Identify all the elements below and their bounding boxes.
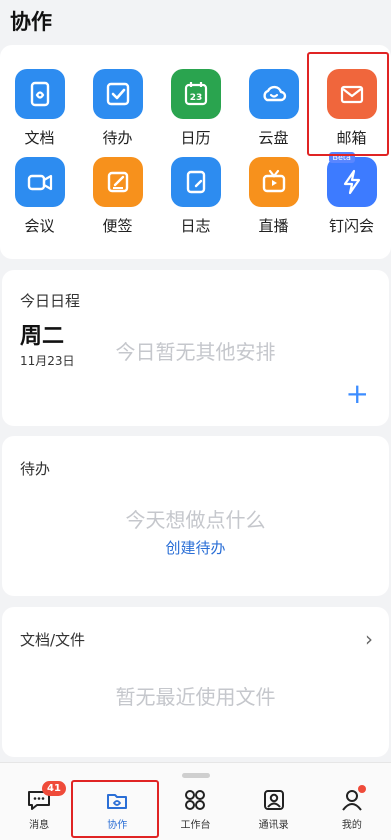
app-label: 会议	[24, 217, 55, 235]
tab-contacts[interactable]: 通讯录	[235, 787, 313, 831]
todo-empty-text: 今天想做点什么	[125, 508, 266, 532]
create-todo-link[interactable]: 创建待办	[2, 537, 389, 558]
schedule-empty-text: 今日暂无其他安排	[115, 340, 276, 364]
app-label: 待办	[102, 129, 133, 147]
app-cloud-drive[interactable]: 云盘	[235, 69, 313, 147]
log-icon	[170, 157, 221, 207]
chevron-right-icon[interactable]: ›	[365, 627, 373, 651]
document-icon	[14, 69, 65, 119]
app-label: 钉闪会	[328, 217, 374, 235]
app-live[interactable]: 直播	[235, 157, 313, 235]
app-label: 便签	[102, 217, 133, 235]
app-flash-meeting[interactable]: Beta 钉闪会	[313, 152, 391, 235]
tab-label: 通讯录	[258, 820, 289, 831]
app-label: 文档	[24, 129, 55, 147]
app-log[interactable]: 日志	[157, 157, 235, 235]
app-label: 日历	[180, 129, 211, 147]
workbench-grid-icon	[185, 790, 206, 810]
notification-dot-badge	[357, 785, 366, 793]
add-schedule-button[interactable]: +	[346, 380, 369, 408]
live-tv-icon	[248, 157, 299, 207]
note-edit-icon	[92, 157, 143, 207]
app-calendar[interactable]: 23 日历	[157, 69, 235, 147]
collaborate-tab-highlight-box	[71, 780, 159, 838]
contacts-icon	[263, 790, 284, 810]
schedule-label: 今日日程	[20, 292, 81, 310]
docs-card[interactable]: 文档/文件 › 暂无最近使用文件	[2, 607, 389, 757]
docs-label: 文档/文件	[20, 631, 86, 649]
todo-card[interactable]: 待办 今天想做点什么 创建待办	[2, 436, 389, 596]
calendar-day-number: 23	[189, 93, 202, 103]
docs-empty-text: 暂无最近使用文件	[115, 685, 276, 709]
app-label: 直播	[258, 217, 289, 235]
page-title: 协作	[10, 10, 52, 34]
app-label: 云盘	[258, 129, 289, 147]
tab-label: 消息	[29, 820, 50, 831]
tab-label: 工作台	[180, 820, 211, 831]
app-notes[interactable]: 便签	[79, 157, 157, 235]
cloud-drive-icon	[248, 69, 299, 119]
app-meeting[interactable]: 会议	[1, 157, 79, 235]
tab-me[interactable]: 我的	[313, 785, 391, 831]
todo-check-icon	[92, 69, 143, 119]
flash-meeting-icon: Beta	[326, 152, 377, 207]
calendar-icon: 23	[170, 69, 221, 119]
schedule-card[interactable]: 今日日程 周二 11月23日 今日暂无其他安排 +	[2, 270, 389, 426]
tab-messages[interactable]: 41 消息	[0, 781, 78, 831]
app-todo[interactable]: 待办	[79, 69, 157, 147]
app-label: 日志	[180, 217, 211, 235]
unread-count-badge: 41	[42, 781, 66, 796]
mail-highlight-box	[307, 52, 389, 156]
video-meeting-icon	[14, 157, 65, 207]
app-docs[interactable]: 文档	[1, 69, 79, 147]
page-header: 协作	[0, 0, 391, 42]
bottom-tab-bar: 41 消息 协作 工作台 通讯录 我的	[0, 762, 391, 840]
drag-handle[interactable]	[182, 773, 210, 778]
tab-workbench[interactable]: 工作台	[156, 787, 234, 831]
todo-label: 待办	[20, 460, 51, 478]
tab-label: 我的	[341, 820, 362, 831]
